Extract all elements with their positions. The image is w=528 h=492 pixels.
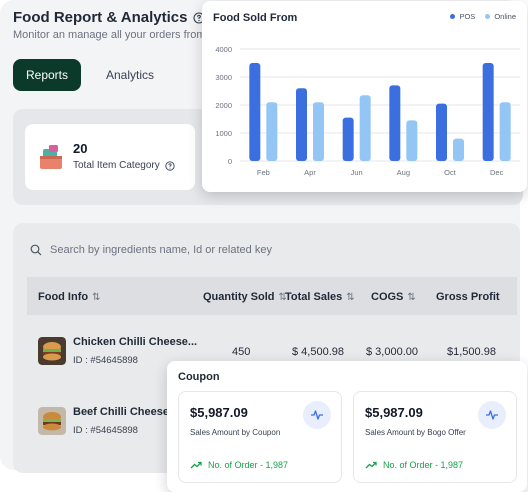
column-header-cogs[interactable]: COGS ⇅ [371, 291, 416, 303]
food-thumbnail [38, 407, 66, 435]
x-tick-label: Jun [351, 168, 363, 177]
trend-up-icon [365, 461, 377, 469]
coupon-sales-tile[interactable]: $5,987.09 Sales Amount by Coupon No. of … [178, 391, 342, 483]
bar-online-dec [499, 102, 511, 161]
order-count: No. of Order - 1,987 [365, 460, 463, 470]
y-tick-label: 1000 [215, 129, 232, 138]
sort-icon[interactable]: ⇅ [92, 292, 100, 303]
column-header-total-sales[interactable]: Total Sales ⇅ [285, 291, 355, 303]
quantity-sold-cell: 450 [232, 346, 251, 358]
bar-pos-aug [389, 85, 401, 161]
total-category-label: Total Item Category [73, 160, 175, 171]
food-id: ID : #54645898 [73, 355, 138, 366]
bogo-sales-tile[interactable]: $5,987.09 Sales Amount by Bogo Offer No.… [353, 391, 517, 483]
order-count: No. of Order - 1,987 [190, 460, 288, 470]
bar-online-aug [406, 120, 418, 161]
coupon-title: Coupon [178, 371, 220, 383]
page-title: Food Report & Analytics [13, 9, 206, 26]
total-category-count: 20 [73, 141, 88, 156]
y-tick-label: 0 [228, 157, 232, 166]
column-header-label: Food Info [38, 291, 89, 303]
bar-pos-apr [296, 88, 307, 161]
x-tick-label: Aug [397, 168, 410, 177]
bar-pos-dec [482, 63, 494, 161]
sort-icon[interactable]: ⇅ [346, 292, 354, 303]
coupon-label: Sales Amount by Bogo Offer [365, 428, 466, 437]
category-boxes-icon [40, 145, 62, 169]
info-icon[interactable] [165, 160, 175, 171]
search-bar[interactable]: Search by ingredients name, Id or relate… [30, 244, 272, 256]
bar-online-jun [359, 95, 371, 161]
column-header-gross-profit[interactable]: Gross Profit [436, 291, 500, 303]
column-header-label: Total Sales [285, 291, 343, 303]
coupon-card: Coupon $5,987.09 Sales Amount by Coupon … [167, 361, 527, 492]
bar-pos-feb [249, 63, 261, 161]
sort-icon[interactable]: ⇅ [407, 292, 415, 303]
activity-icon [478, 401, 506, 429]
bar-chart: 0 1000 2000 3000 4000 Feb Apr Jun Aug Oct Dec [215, 45, 520, 177]
column-header-food-info[interactable]: Food Info ⇅ [38, 291, 100, 303]
bar-online-oct [453, 138, 464, 161]
bar-online-apr [313, 102, 324, 161]
column-header-quantity-sold[interactable]: Quantity Sold ⇅ [203, 291, 287, 303]
page-title-text: Food Report & Analytics [13, 9, 188, 26]
gross-profit-cell: $1,500.98 [447, 346, 496, 358]
column-header-label: Quantity Sold [203, 291, 275, 303]
y-tick-label: 3000 [215, 73, 232, 82]
total-sales-cell: $ 4,500.98 [292, 346, 344, 358]
trend-up-icon [190, 461, 202, 469]
bar-pos-jun [342, 117, 354, 161]
activity-icon [303, 401, 331, 429]
order-count-text: No. of Order - 1,987 [383, 460, 464, 470]
bar-online-feb [266, 102, 278, 161]
column-header-label: Gross Profit [436, 291, 500, 303]
coupon-amount: $5,987.09 [190, 405, 248, 420]
x-tick-label: Feb [257, 168, 270, 177]
bar-pos-oct [436, 103, 447, 161]
y-tick-label: 2000 [215, 101, 232, 110]
coupon-label: Sales Amount by Coupon [190, 428, 281, 437]
total-category-label-text: Total Item Category [73, 160, 160, 171]
food-thumbnail [38, 337, 66, 365]
food-id: ID : #54645898 [73, 425, 138, 436]
food-name[interactable]: Chicken Chilli Cheese... [73, 336, 197, 348]
food-name[interactable]: Beef Chilli Cheese B [73, 406, 180, 418]
x-tick-label: Dec [490, 168, 504, 177]
x-tick-label: Oct [444, 168, 457, 177]
tab-analytics[interactable]: Analytics [92, 59, 168, 91]
search-icon [30, 244, 42, 256]
order-count-text: No. of Order - 1,987 [208, 460, 289, 470]
search-input[interactable]: Search by ingredients name, Id or relate… [50, 244, 272, 256]
column-header-label: COGS [371, 291, 404, 303]
y-tick-label: 4000 [215, 45, 232, 54]
coupon-amount: $5,987.09 [365, 405, 423, 420]
tab-reports[interactable]: Reports [13, 59, 81, 91]
cogs-cell: $ 3,000.00 [366, 346, 418, 358]
food-sold-chart-card: Food Sold From POS Online 0 1000 2000 3000 4… [202, 1, 527, 192]
page-subtitle: Monitor an manage all your orders from [13, 29, 206, 41]
x-tick-label: Apr [304, 168, 316, 177]
